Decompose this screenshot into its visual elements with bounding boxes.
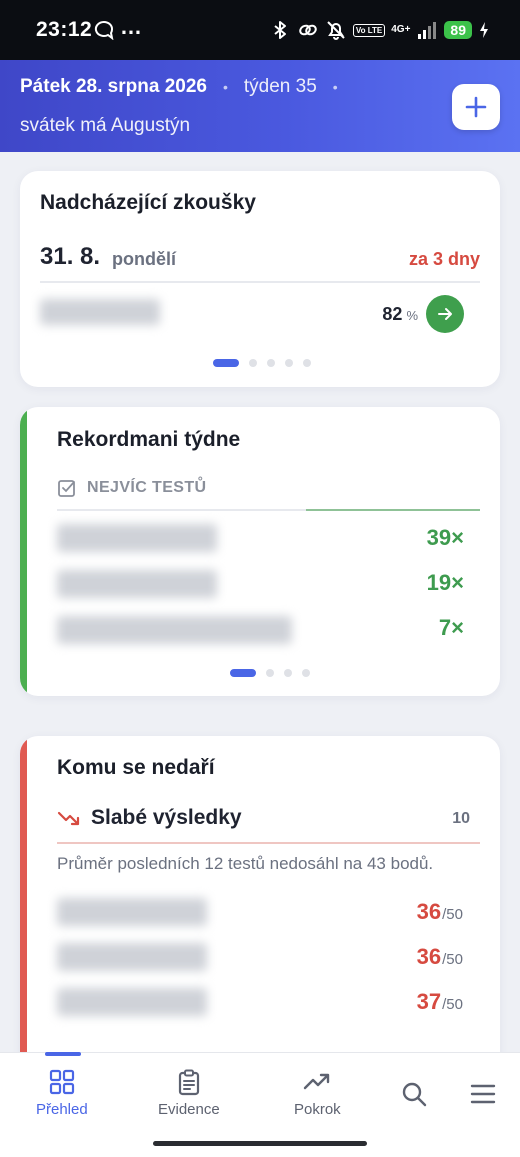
weak-results-description: Průměr posledních 12 testů nedosáhl na 4…: [57, 854, 434, 873]
weak-results-label: Slabé výsledky: [91, 806, 242, 829]
status-bar: 23:12 … Vo LTE 4G+ 89: [0, 0, 520, 60]
card-title: Rekordmani týdne: [57, 428, 241, 451]
nav-item-prehled[interactable]: Přehled: [36, 1067, 88, 1118]
nav-label: Evidence: [158, 1101, 220, 1118]
bell-muted-icon: [327, 21, 345, 40]
exam-percent-value: 82: [382, 304, 403, 324]
exam-percent: 82%: [382, 304, 418, 325]
blurred-person-name: [57, 616, 292, 644]
status-more-dots: …: [120, 14, 142, 39]
plus-icon: [465, 96, 487, 118]
score-max: /50: [442, 996, 463, 1013]
pagination-dots[interactable]: [230, 669, 310, 677]
header-nameday: svátek má Augustýn: [20, 115, 191, 136]
record-count: 39×: [426, 525, 464, 550]
struggling-card[interactable]: Komu se nedaří Slabé výsledky 10 Průměr …: [20, 736, 500, 1076]
page-dot[interactable]: [213, 359, 239, 367]
score-value: 36: [416, 944, 442, 969]
trend-up-icon: [302, 1067, 332, 1097]
page-dot[interactable]: [302, 669, 310, 677]
menu-icon: [468, 1079, 498, 1109]
page-dot[interactable]: [249, 359, 257, 367]
exam-percent-unit: %: [406, 308, 418, 323]
blurred-person-name: [57, 943, 207, 971]
volte-badge: Vo LTE: [352, 23, 386, 37]
chat-bubble-icon: [94, 20, 114, 40]
blurred-person-name: [57, 988, 207, 1016]
system-home-indicator[interactable]: [153, 1141, 367, 1146]
card-title: Nadcházející zkoušky: [40, 191, 256, 214]
score-value: 36: [416, 899, 442, 924]
weak-results-header: Slabé výsledky: [57, 806, 242, 830]
nav-label: Pokrok: [294, 1101, 341, 1118]
header-date: Pátek 28. srpna 2026: [20, 76, 207, 97]
status-indicators: Vo LTE 4G+ 89: [269, 18, 490, 42]
clipboard-icon: [174, 1067, 204, 1097]
search-icon: [399, 1079, 429, 1109]
nav-item-pokrok[interactable]: Pokrok: [294, 1067, 341, 1118]
bluetooth-icon: [274, 21, 286, 39]
exam-weekday: pondělí: [112, 249, 176, 269]
weekly-records-card[interactable]: Rekordmani týdne NEJVÍC TESTŮ 39× 19× 7×: [20, 407, 500, 696]
records-category: NEJVÍC TESTŮ: [57, 478, 207, 498]
header-separator: •: [332, 79, 338, 95]
exam-countdown: za 3 dny: [408, 249, 480, 269]
page-dot[interactable]: [285, 359, 293, 367]
checkbox-icon: [58, 480, 75, 497]
divider: [57, 842, 480, 844]
page-dot[interactable]: [303, 359, 311, 367]
score-max: /50: [442, 951, 463, 968]
card-accent-bar: [20, 407, 27, 696]
divider-highlight: [306, 509, 480, 511]
nav-item-evidence[interactable]: Evidence: [158, 1067, 220, 1118]
nav-label: Přehled: [36, 1101, 88, 1118]
blurred-exam-name: [40, 299, 160, 325]
page-dot[interactable]: [266, 669, 274, 677]
score: 36/50: [417, 899, 463, 925]
weak-results-count: 10: [452, 810, 470, 827]
arrow-right-icon: [438, 308, 452, 320]
header-separator: •: [222, 79, 228, 95]
nav-item-search[interactable]: [399, 1079, 429, 1109]
score-value: 37: [416, 989, 442, 1014]
battery-level: 89: [444, 21, 472, 39]
exam-date: 31. 8.: [40, 243, 101, 270]
open-exam-button[interactable]: [426, 295, 464, 333]
record-count: 7×: [438, 615, 464, 640]
page-dot[interactable]: [230, 669, 256, 677]
app-header: Pátek 28. srpna 2026 • týden 35 • svátek…: [0, 60, 520, 152]
bottom-navigation: Přehled Evidence Pokrok: [0, 1052, 520, 1157]
page-dot[interactable]: [284, 669, 292, 677]
upcoming-exams-card[interactable]: Nadcházející zkoušky 31. 8. pondělí za 3…: [20, 171, 500, 387]
record-count: 19×: [426, 570, 464, 595]
card-accent-bar: [20, 736, 27, 1076]
pagination-dots[interactable]: [213, 359, 311, 367]
page-dot[interactable]: [267, 359, 275, 367]
trend-down-icon: [57, 811, 80, 826]
score: 36/50: [417, 944, 463, 970]
card-title: Komu se nedaří: [57, 756, 215, 779]
records-category-label: NEJVÍC TESTŮ: [87, 479, 207, 496]
status-time: 23:12: [36, 18, 93, 41]
header-date-row: Pátek 28. srpna 2026 • týden 35 •: [20, 76, 354, 98]
grid-icon: [47, 1067, 77, 1097]
blurred-person-name: [57, 898, 207, 926]
signal-icon: [418, 22, 437, 39]
active-tab-indicator: [45, 1052, 81, 1056]
charging-icon: [480, 22, 488, 38]
network-type: 4G+: [391, 24, 411, 35]
nav-item-menu[interactable]: [468, 1079, 498, 1109]
score: 37/50: [417, 989, 463, 1015]
score-max: /50: [442, 906, 463, 923]
header-week: týden 35: [243, 76, 317, 97]
blurred-person-name: [57, 524, 217, 552]
add-button[interactable]: [452, 84, 500, 130]
divider: [40, 281, 480, 283]
blurred-person-name: [57, 570, 217, 598]
link-icon: [299, 24, 317, 36]
